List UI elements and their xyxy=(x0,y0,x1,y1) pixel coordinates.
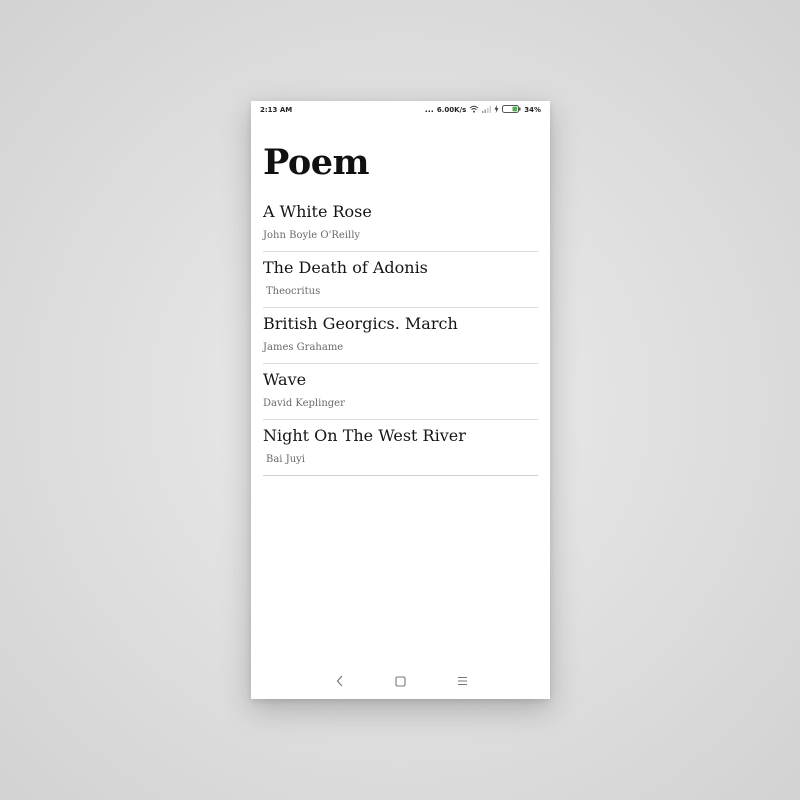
signal-icon xyxy=(482,105,492,116)
charging-icon xyxy=(494,104,499,116)
poem-author: James Grahame xyxy=(263,342,344,353)
status-indicators: ... 6.00K/s 34% xyxy=(424,104,541,116)
more-dots: ... xyxy=(424,105,434,114)
poem-list-item[interactable]: Wave David Keplinger xyxy=(263,364,538,420)
poem-author: Bai Juyi xyxy=(266,454,305,465)
poem-title: Wave xyxy=(263,370,307,389)
back-button[interactable] xyxy=(332,673,348,689)
poem-list: A White Rose John Boyle O'Reilly The Dea… xyxy=(263,196,538,476)
page-title: Poem xyxy=(263,142,370,183)
poem-title: A White Rose xyxy=(263,202,372,221)
recents-button[interactable] xyxy=(454,673,470,689)
poem-list-item[interactable]: The Death of Adonis Theocritus xyxy=(263,252,538,308)
poem-title: Night On The West River xyxy=(263,426,466,445)
poem-author: Theocritus xyxy=(266,286,321,297)
home-square-icon xyxy=(394,675,406,687)
phone-screen: 2:13 AM ... 6.00K/s 34% Poem A White Ros… xyxy=(251,101,550,699)
poem-author: David Keplinger xyxy=(263,398,345,409)
status-bar: 2:13 AM ... 6.00K/s 34% xyxy=(251,101,550,119)
home-button[interactable] xyxy=(392,673,408,689)
poem-title: The Death of Adonis xyxy=(263,258,428,277)
navigation-bar xyxy=(251,661,550,699)
battery-icon xyxy=(502,104,521,116)
network-speed: 6.00K/s xyxy=(436,106,467,114)
poem-list-item[interactable]: A White Rose John Boyle O'Reilly xyxy=(263,196,538,252)
back-chevron-icon xyxy=(336,675,344,687)
poem-list-item[interactable]: British Georgics. March James Grahame xyxy=(263,308,538,364)
battery-percent: 34% xyxy=(524,106,541,114)
poem-title: British Georgics. March xyxy=(263,314,458,333)
poem-list-item[interactable]: Night On The West River Bai Juyi xyxy=(263,420,538,476)
menu-lines-icon xyxy=(457,676,468,686)
status-time: 2:13 AM xyxy=(260,106,293,114)
wifi-icon xyxy=(469,105,479,116)
poem-author: John Boyle O'Reilly xyxy=(263,230,361,241)
